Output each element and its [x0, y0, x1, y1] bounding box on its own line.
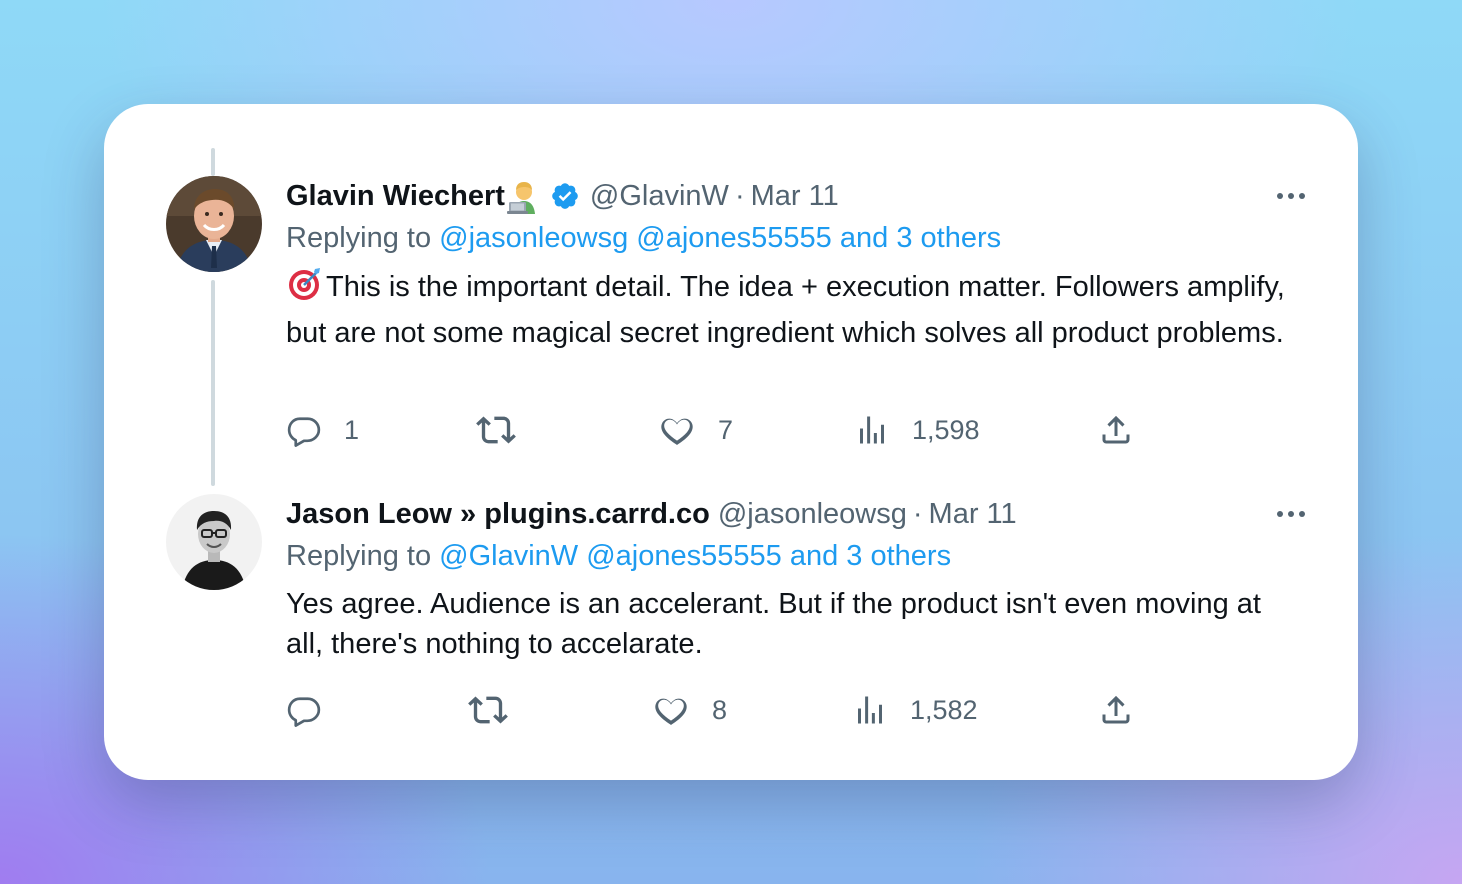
mention-others-link[interactable]: and 3 others	[840, 222, 1001, 254]
heart-icon	[655, 698, 687, 726]
like-count: 7	[718, 414, 734, 445]
avatar[interactable]	[166, 494, 262, 590]
direct-hit-emoji-icon	[286, 266, 322, 313]
reply-count: 1	[344, 414, 360, 445]
replying-to-line: Replying to @GlavinW @ajones55555 and 3 …	[286, 540, 951, 573]
thread-line-top	[211, 148, 215, 176]
view-count: 1,582	[910, 694, 978, 725]
tweet-header: Glavin Wiechert @GlavinW · Mar 11	[286, 176, 1306, 216]
separator-dot: ·	[734, 179, 745, 212]
mention-link[interactable]: @ajones55555	[636, 222, 832, 254]
tweet-date[interactable]: Mar 11	[751, 180, 839, 213]
views-button[interactable]: 1,582	[852, 690, 978, 730]
retweet-button[interactable]	[468, 690, 508, 730]
like-button[interactable]: 8	[652, 690, 727, 730]
author-name[interactable]: Glavin Wiechert	[286, 180, 505, 213]
analytics-icon	[860, 416, 884, 444]
heart-icon	[661, 418, 693, 446]
retweet-icon	[476, 416, 516, 444]
reply-icon	[287, 417, 321, 447]
tweet-actions: 8 1,582	[286, 690, 1306, 730]
replying-label: Replying to	[286, 222, 432, 254]
views-button[interactable]: 1,598	[854, 410, 980, 450]
mention-link[interactable]: @GlavinW	[439, 540, 578, 572]
tweet-thread-card: Glavin Wiechert @GlavinW · Mar 11 Replyi…	[104, 104, 1358, 780]
tweet-body: Yes agree. Audience is an accelerant. Bu…	[286, 588, 1261, 660]
like-count: 8	[712, 694, 728, 725]
share-icon	[1102, 415, 1130, 444]
share-icon	[1102, 695, 1130, 724]
separator-dot: ·	[912, 497, 923, 530]
reply-icon	[287, 697, 321, 727]
avatar-photo-glavin	[166, 176, 262, 272]
replying-label: Replying to	[286, 540, 432, 572]
retweet-button[interactable]	[476, 410, 516, 450]
tweet-jason[interactable]: Jason Leow » plugins.carrd.co @jasonleow…	[286, 494, 1306, 744]
avatar-photo-jason	[166, 494, 262, 590]
more-options-icon[interactable]	[1270, 494, 1306, 534]
tweet-date[interactable]: Mar 11	[929, 498, 1017, 531]
share-button[interactable]	[1098, 690, 1134, 730]
verified-badge-icon	[550, 181, 580, 211]
tweet-text: This is the important detail. The idea +…	[286, 266, 1306, 353]
like-button[interactable]: 7	[658, 410, 733, 450]
reply-button[interactable]: 1	[286, 410, 359, 450]
tweet-text: Yes agree. Audience is an accelerant. Bu…	[286, 584, 1306, 664]
more-options-icon[interactable]	[1270, 176, 1306, 216]
author-handle[interactable]: @GlavinW	[590, 180, 729, 213]
analytics-icon	[858, 696, 882, 724]
tweet-body: This is the important detail. The idea +…	[286, 271, 1285, 349]
mention-link[interactable]: @ajones55555	[586, 540, 782, 572]
mention-others-link[interactable]: and 3 others	[790, 540, 951, 572]
tweet-actions: 1 7 1,598	[286, 410, 1306, 450]
replying-to-line: Replying to @jasonleowsg @ajones55555 an…	[286, 222, 1001, 255]
thread-line-connector	[211, 280, 215, 486]
technologist-emoji-icon	[506, 178, 542, 214]
share-button[interactable]	[1098, 410, 1134, 450]
retweet-icon	[468, 696, 508, 724]
author-handle[interactable]: @jasonleowsg	[718, 498, 907, 531]
reply-button[interactable]	[286, 690, 322, 730]
tweet-header: Jason Leow » plugins.carrd.co @jasonleow…	[286, 494, 1306, 534]
avatar[interactable]	[166, 176, 262, 272]
mention-link[interactable]: @jasonleowsg	[439, 222, 628, 254]
tweet-glavin[interactable]: Glavin Wiechert @GlavinW · Mar 11 Replyi…	[286, 176, 1306, 458]
author-name[interactable]: Jason Leow » plugins.carrd.co	[286, 498, 710, 531]
view-count: 1,598	[912, 414, 980, 445]
